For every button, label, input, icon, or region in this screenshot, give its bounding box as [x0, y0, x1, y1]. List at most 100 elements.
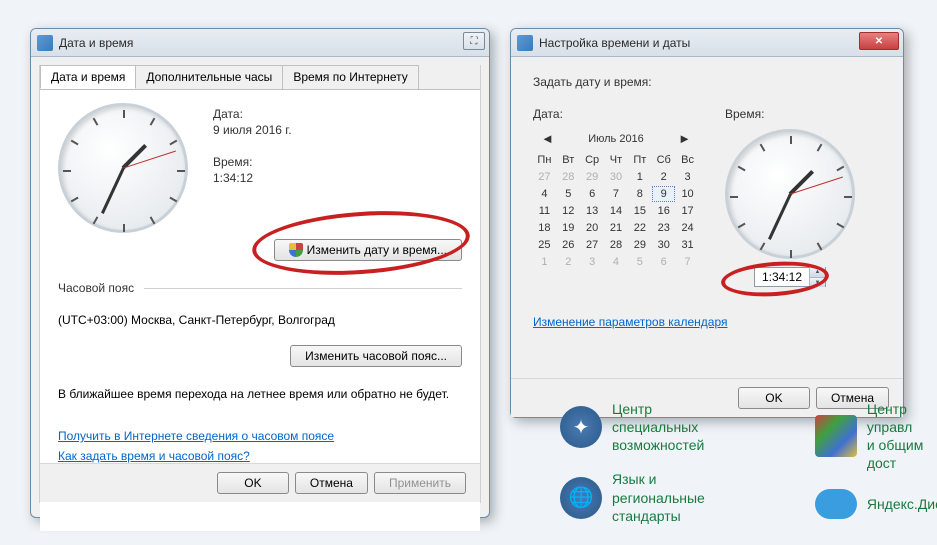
- tz-info-link[interactable]: Получить в Интернете сведения о часовом …: [58, 429, 462, 443]
- calendar-day[interactable]: 27: [533, 169, 556, 185]
- calendar-day[interactable]: 7: [676, 254, 699, 270]
- time-input[interactable]: ▲ ▼: [754, 267, 826, 287]
- calendar-day[interactable]: 25: [533, 237, 556, 253]
- divider: [144, 288, 462, 289]
- calendar-day[interactable]: 31: [676, 237, 699, 253]
- spin-down-button[interactable]: ▼: [810, 277, 825, 287]
- calendar-day[interactable]: 3: [676, 169, 699, 185]
- calendar-day[interactable]: 2: [557, 254, 580, 270]
- tab-internet-time[interactable]: Время по Интернету: [282, 65, 418, 89]
- help-button[interactable]: ⛶: [463, 32, 485, 50]
- titlebar[interactable]: Настройка времени и даты ✕: [511, 29, 903, 57]
- calendar-day[interactable]: 21: [605, 220, 628, 236]
- set-date-time-dialog: Настройка времени и даты ✕ Задать дату и…: [510, 28, 904, 418]
- calendar-dow: Чт: [605, 152, 628, 168]
- calendar-day[interactable]: 12: [557, 203, 580, 219]
- calendar-day[interactable]: 1: [533, 254, 556, 270]
- calendar-day[interactable]: 5: [557, 186, 580, 202]
- howto-link[interactable]: Как задать время и часовой пояс?: [58, 449, 462, 463]
- calendar-day[interactable]: 16: [652, 203, 675, 219]
- calendar-day[interactable]: 22: [628, 220, 651, 236]
- calendar-day[interactable]: 9: [652, 186, 675, 202]
- globe-icon: 🌐: [560, 477, 602, 519]
- calendar-day[interactable]: 29: [581, 169, 604, 185]
- calendar-day[interactable]: 4: [605, 254, 628, 270]
- calendar: ◄ Июль 2016 ► ПнВтСрЧтПтСбВс272829301234…: [533, 129, 699, 270]
- titlebar[interactable]: Дата и время ⛶: [31, 29, 489, 57]
- set-heading: Задать дату и время:: [533, 75, 881, 89]
- calendar-day[interactable]: 10: [676, 186, 699, 202]
- calendar-day[interactable]: 6: [652, 254, 675, 270]
- tab-date-time[interactable]: Дата и время: [40, 65, 136, 89]
- calendar-day[interactable]: 13: [581, 203, 604, 219]
- control-panel-item[interactable]: ✦ Центр специальных возможностей: [560, 400, 705, 455]
- cancel-button[interactable]: Отмена: [295, 472, 368, 494]
- calendar-day[interactable]: 14: [605, 203, 628, 219]
- ok-button[interactable]: OK: [217, 472, 289, 494]
- date-label: Дата:: [213, 107, 462, 121]
- calendar-dow: Пт: [628, 152, 651, 168]
- calendar-day[interactable]: 15: [628, 203, 651, 219]
- date-value: 9 июля 2016 г.: [213, 123, 462, 137]
- close-button[interactable]: ✕: [859, 32, 899, 50]
- prev-month-button[interactable]: ◄: [537, 131, 558, 146]
- control-panel-item[interactable]: Центр управл и общим дост: [815, 400, 937, 473]
- calendar-dow: Вс: [676, 152, 699, 168]
- calendar-day[interactable]: 30: [652, 237, 675, 253]
- calendar-dow: Сб: [652, 152, 675, 168]
- calendar-day[interactable]: 26: [557, 237, 580, 253]
- change-timezone-button[interactable]: Изменить часовой пояс...: [290, 345, 462, 367]
- calendar-settings-link[interactable]: Изменение параметров календаря: [533, 315, 728, 329]
- tab-additional-clocks[interactable]: Дополнительные часы: [135, 65, 283, 89]
- spin-up-button[interactable]: ▲: [810, 267, 825, 277]
- shield-icon: [289, 243, 303, 257]
- analog-clock: [58, 103, 188, 233]
- calendar-day[interactable]: 4: [533, 186, 556, 202]
- minute-hand: [768, 193, 792, 240]
- calendar-day[interactable]: 19: [557, 220, 580, 236]
- calendar-day[interactable]: 23: [652, 220, 675, 236]
- title-text: Дата и время: [59, 36, 133, 50]
- control-panel-items: ✦ Центр специальных возможностей 🌐 Язык …: [560, 400, 927, 525]
- date-column-label: Дата:: [533, 107, 699, 121]
- month-label[interactable]: Июль 2016: [588, 133, 644, 145]
- change-date-time-button[interactable]: Изменить дату и время...: [274, 239, 462, 261]
- calendar-day[interactable]: 30: [605, 169, 628, 185]
- calendar-day[interactable]: 24: [676, 220, 699, 236]
- timezone-label: Часовой пояс: [58, 281, 134, 295]
- timezone-value: (UTC+03:00) Москва, Санкт-Петербург, Вол…: [58, 313, 462, 327]
- tab-strip: Дата и время Дополнительные часы Время п…: [40, 65, 480, 90]
- calendar-day[interactable]: 20: [581, 220, 604, 236]
- calendar-day[interactable]: 6: [581, 186, 604, 202]
- control-panel-item[interactable]: Яндекс.Диск: [815, 489, 937, 519]
- calendar-day[interactable]: 11: [533, 203, 556, 219]
- next-month-button[interactable]: ►: [674, 131, 695, 146]
- calendar-day[interactable]: 3: [581, 254, 604, 270]
- clock-icon: [37, 35, 53, 51]
- calendar-day[interactable]: 29: [628, 237, 651, 253]
- dialog-buttons: OK Отмена Применить: [40, 463, 480, 502]
- apply-button[interactable]: Применить: [374, 472, 466, 494]
- calendar-day[interactable]: 18: [533, 220, 556, 236]
- calendar-dow: Пн: [533, 152, 556, 168]
- time-field[interactable]: [755, 268, 809, 286]
- analog-clock: [725, 129, 855, 259]
- calendar-day[interactable]: 7: [605, 186, 628, 202]
- time-value: 1:34:12: [213, 171, 462, 185]
- calendar-day[interactable]: 8: [628, 186, 651, 202]
- change-dt-label: Изменить дату и время...: [307, 243, 447, 257]
- flag-icon: [815, 415, 857, 457]
- calendar-dow: Вт: [557, 152, 580, 168]
- calendar-day[interactable]: 17: [676, 203, 699, 219]
- calendar-day[interactable]: 28: [605, 237, 628, 253]
- control-panel-item[interactable]: 🌐 Язык и региональные стандарты: [560, 470, 705, 525]
- calendar-day[interactable]: 1: [628, 169, 651, 185]
- calendar-day[interactable]: 5: [628, 254, 651, 270]
- minute-hand: [101, 167, 125, 214]
- time-label: Время:: [213, 155, 462, 169]
- time-column-label: Время:: [725, 107, 764, 121]
- calendar-day[interactable]: 27: [581, 237, 604, 253]
- calendar-day[interactable]: 2: [652, 169, 675, 185]
- date-time-dialog: Дата и время ⛶ Дата и время Дополнительн…: [30, 28, 490, 518]
- calendar-day[interactable]: 28: [557, 169, 580, 185]
